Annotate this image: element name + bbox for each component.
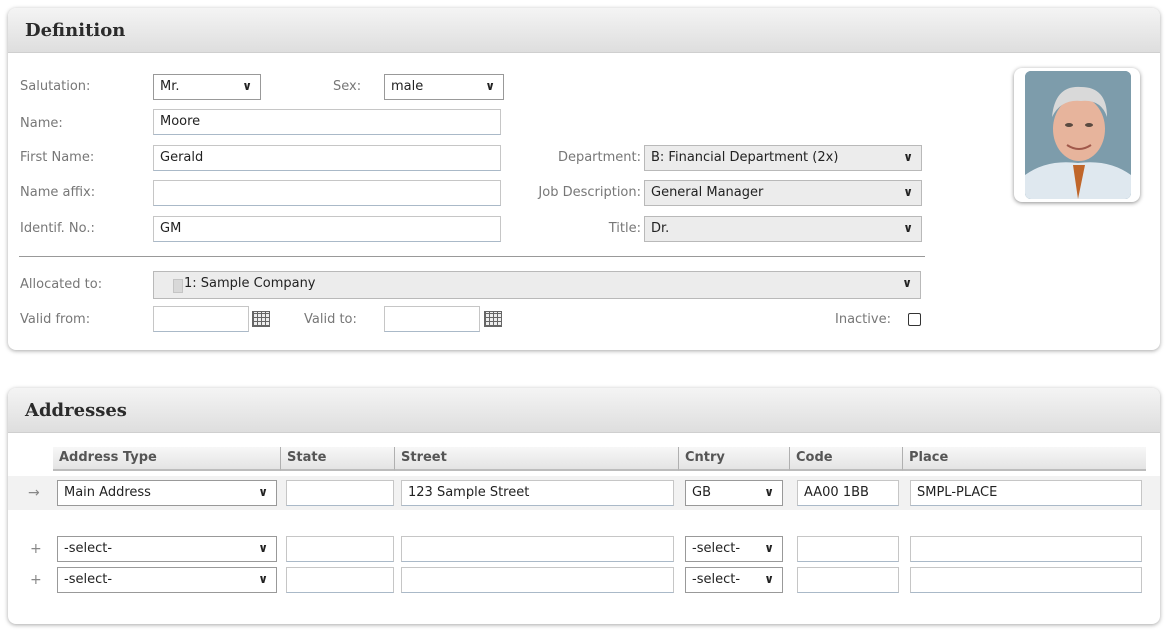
street-input[interactable] [401, 567, 674, 593]
address-type-select[interactable]: -select- ∨ [57, 567, 277, 593]
state-input[interactable] [286, 536, 394, 562]
column-header-country[interactable]: Cntry [679, 447, 790, 471]
identif-no-input[interactable]: GM [153, 216, 501, 242]
valid-to-input[interactable] [384, 306, 480, 332]
definition-title: Definition [25, 20, 126, 41]
allocated-to-value: 1: Sample Company [184, 276, 316, 291]
department-label: Department: [557, 150, 641, 165]
plus-icon[interactable]: + [30, 572, 42, 588]
valid-to-label: Valid to: [304, 312, 357, 327]
plus-icon[interactable]: + [30, 541, 42, 557]
postal-code-input[interactable] [797, 567, 899, 593]
department-select[interactable]: B: Financial Department (2x) ∨ [644, 145, 922, 171]
chevron-down-icon: ∨ [903, 185, 913, 199]
chevron-down-icon: ∨ [902, 276, 912, 290]
address-type-value: -select- [64, 541, 113, 556]
chevron-down-icon: ∨ [764, 485, 774, 499]
name-affix-input[interactable] [153, 180, 501, 206]
sex-label: Sex: [333, 79, 362, 94]
street-input[interactable]: 123 Sample Street [401, 480, 674, 506]
job-description-label: Job Description: [538, 185, 641, 200]
place-input[interactable] [910, 536, 1142, 562]
title-value: Dr. [651, 221, 670, 236]
employee-photo-frame[interactable] [1014, 68, 1140, 202]
state-input[interactable] [286, 480, 394, 506]
country-value: GB [692, 485, 711, 500]
separator [19, 256, 925, 257]
address-type-select[interactable]: Main Address ∨ [57, 480, 277, 506]
place-input[interactable]: SMPL-PLACE [910, 480, 1142, 506]
chevron-down-icon: ∨ [258, 485, 268, 499]
salutation-label: Salutation: [20, 79, 91, 94]
column-header-state[interactable]: State [281, 447, 395, 471]
address-type-value: -select- [64, 572, 113, 587]
postal-code-input[interactable]: AA00 1BB [797, 480, 899, 506]
allocated-to-label: Allocated to: [20, 277, 103, 292]
title-label: Title: [608, 221, 641, 236]
definition-panel: Definition Salutation: Mr. ∨ Sex: male ∨… [8, 8, 1160, 350]
country-value: -select- [692, 572, 741, 587]
chevron-down-icon: ∨ [485, 79, 495, 93]
building-icon [173, 279, 183, 293]
inactive-label: Inactive: [835, 312, 891, 327]
first-name-label: First Name: [20, 150, 95, 165]
chevron-down-icon: ∨ [764, 541, 774, 555]
title-select[interactable]: Dr. ∨ [644, 216, 922, 242]
chevron-down-icon: ∨ [258, 572, 268, 586]
portrait-image [1025, 71, 1131, 199]
department-value: B: Financial Department (2x) [651, 150, 839, 165]
place-input[interactable] [910, 567, 1142, 593]
employee-photo [1025, 71, 1131, 199]
salutation-value: Mr. [160, 79, 180, 94]
calendar-icon[interactable] [484, 311, 502, 327]
column-header-address-type[interactable]: Address Type [53, 447, 281, 471]
country-value: -select- [692, 541, 741, 556]
address-type-select[interactable]: -select- ∨ [57, 536, 277, 562]
name-input[interactable]: Moore [153, 109, 501, 135]
salutation-select[interactable]: Mr. ∨ [153, 74, 261, 100]
state-input[interactable] [286, 567, 394, 593]
job-description-value: General Manager [651, 185, 764, 200]
name-label: Name: [20, 116, 63, 131]
chevron-down-icon: ∨ [903, 221, 913, 235]
chevron-down-icon: ∨ [258, 541, 268, 555]
sex-value: male [391, 79, 424, 94]
chevron-down-icon: ∨ [764, 572, 774, 586]
identif-no-label: Identif. No.: [20, 221, 95, 236]
postal-code-input[interactable] [797, 536, 899, 562]
inactive-checkbox[interactable] [908, 313, 921, 326]
calendar-icon[interactable] [252, 311, 270, 327]
arrow-right-icon: → [28, 485, 40, 501]
first-name-input[interactable]: Gerald [153, 145, 501, 171]
column-header-street[interactable]: Street [395, 447, 679, 471]
country-select[interactable]: -select- ∨ [685, 536, 783, 562]
address-type-value: Main Address [64, 485, 151, 500]
chevron-down-icon: ∨ [242, 79, 252, 93]
addresses-panel: Addresses Address Type State Street Cntr… [8, 388, 1160, 624]
sex-select[interactable]: male ∨ [384, 74, 504, 100]
street-input[interactable] [401, 536, 674, 562]
addresses-header: Addresses [8, 388, 1160, 433]
definition-header: Definition [8, 8, 1160, 53]
allocated-to-select[interactable]: 1: Sample Company ∨ [153, 271, 921, 299]
valid-from-label: Valid from: [20, 312, 91, 327]
column-header-code[interactable]: Code [790, 447, 903, 471]
country-select[interactable]: -select- ∨ [685, 567, 783, 593]
name-affix-label: Name affix: [20, 185, 96, 200]
chevron-down-icon: ∨ [903, 150, 913, 164]
job-description-select[interactable]: General Manager ∨ [644, 180, 922, 206]
valid-from-input[interactable] [153, 306, 249, 332]
country-select[interactable]: GB ∨ [685, 480, 783, 506]
addresses-title: Addresses [25, 400, 127, 421]
column-header-place[interactable]: Place [903, 447, 1146, 471]
